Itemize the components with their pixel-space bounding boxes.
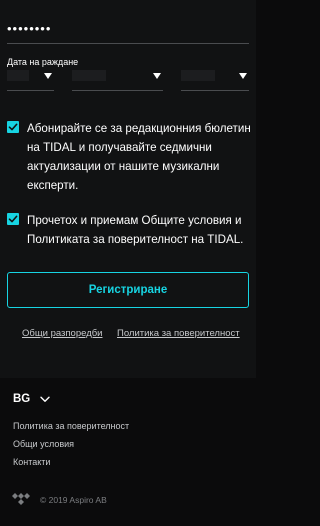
chevron-down-icon bbox=[239, 73, 247, 79]
register-button[interactable]: Регистриране bbox=[7, 272, 249, 308]
tidal-logo-icon bbox=[12, 493, 30, 505]
footer-privacy-link[interactable]: Политика за поверителност bbox=[13, 421, 129, 431]
terms-option: Прочетох и приемам Общите условия и Поли… bbox=[7, 211, 251, 251]
password-field[interactable]: •••••••• bbox=[7, 22, 249, 44]
terms-text: Прочетох и приемам Общите условия и Поли… bbox=[27, 214, 244, 246]
dob-day-value bbox=[7, 70, 29, 81]
copyright: © 2019 Aspiro AB bbox=[40, 495, 107, 505]
signup-page: •••••••• Дата на раждане Абонирайте се з… bbox=[0, 0, 256, 526]
checkmark-icon bbox=[8, 215, 18, 223]
dob-month-value bbox=[72, 70, 106, 81]
newsletter-option: Абонирайте се за редакционния бюлетин на… bbox=[7, 119, 251, 195]
privacy-link[interactable]: Политика за поверителност bbox=[117, 328, 240, 339]
newsletter-checkbox[interactable] bbox=[7, 121, 19, 133]
dob-year-value bbox=[181, 70, 215, 81]
newsletter-text: Абонирайте се за редакционния бюлетин на… bbox=[27, 122, 251, 192]
chevron-down-icon bbox=[44, 73, 52, 79]
chevron-down-icon bbox=[153, 73, 161, 79]
footer-terms-link[interactable]: Общи условия bbox=[13, 439, 74, 449]
footer-contacts-link[interactable]: Контакти bbox=[13, 457, 50, 467]
password-value: •••••••• bbox=[7, 21, 52, 36]
dob-year-select[interactable] bbox=[181, 66, 249, 91]
chevron-down-icon[interactable] bbox=[40, 396, 50, 403]
dob-day-select[interactable] bbox=[7, 66, 54, 91]
terms-checkbox[interactable] bbox=[7, 213, 19, 225]
signup-form: •••••••• Дата на раждане Абонирайте се з… bbox=[0, 0, 256, 378]
terms-link[interactable]: Общи разпоредби bbox=[22, 328, 103, 339]
language-selector[interactable]: BG bbox=[13, 393, 30, 405]
dob-month-select[interactable] bbox=[72, 66, 163, 91]
checkmark-icon bbox=[8, 123, 18, 131]
